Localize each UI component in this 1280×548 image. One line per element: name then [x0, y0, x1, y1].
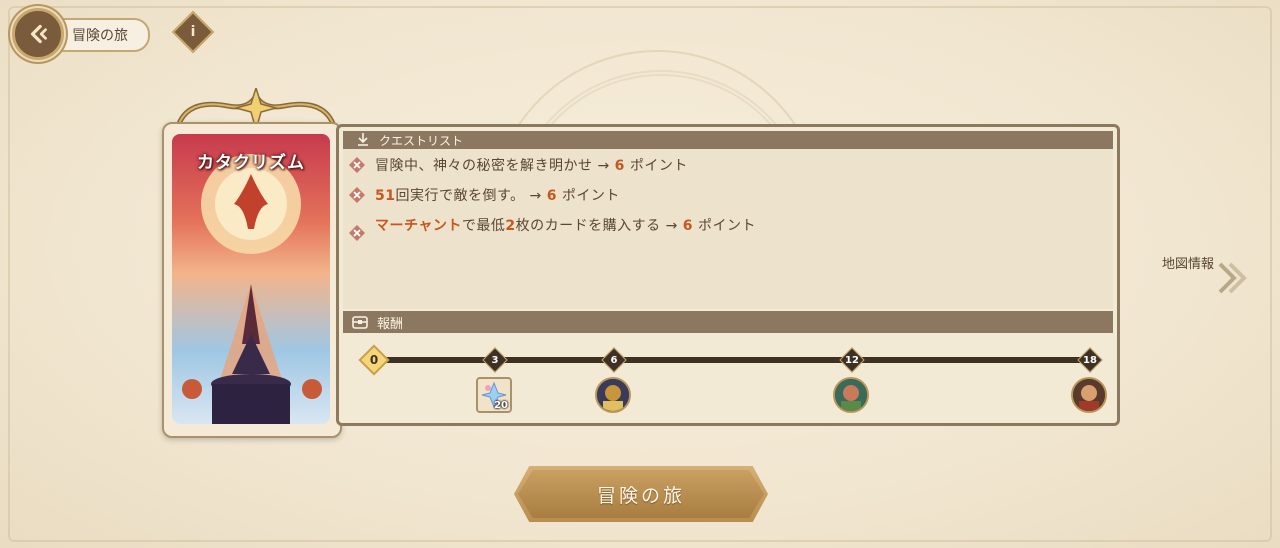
reward-item-crystal[interactable]: 20: [476, 377, 512, 413]
quest-list: 冒険中、神々の秘密を解き明かせ → 6 ポイント 51回実行で敵を倒す。 → 6…: [343, 149, 1113, 309]
reward-hero-portrait[interactable]: [833, 377, 869, 413]
quest-fragment: 枚のカードを購入する →: [515, 218, 683, 234]
reward-hero-portrait[interactable]: [1071, 377, 1107, 413]
quest-highlight: 51: [375, 188, 396, 204]
milestone-node: 18: [1077, 347, 1103, 373]
reward-track: 0 3 6 12 18 20: [343, 333, 1113, 421]
milestone-node: 3: [482, 347, 508, 373]
quest-icon: [358, 133, 368, 146]
hero-portrait-icon: [1073, 379, 1105, 411]
quest-fragment: で最低: [461, 218, 506, 234]
milestone-node: 12: [839, 347, 865, 373]
hero-portrait-icon: [597, 379, 629, 411]
quest-fragment: ポイント: [624, 158, 688, 174]
quest-highlight: 6: [546, 188, 557, 204]
map-info-button[interactable]: 地図情報: [1150, 254, 1214, 276]
treasure-chest-icon: [352, 316, 368, 329]
reward-header: 報酬: [343, 311, 1113, 333]
quest-text: 51回実行で敵を倒す。 → 6 ポイント: [375, 185, 620, 207]
quest-item: 冒険中、神々の秘密を解き明かせ → 6 ポイント: [349, 155, 688, 177]
card-illustration: [182, 154, 322, 424]
hero-portrait-icon: [835, 379, 867, 411]
back-button[interactable]: [12, 8, 64, 60]
start-adventure-label: 冒険の旅: [596, 484, 685, 507]
chevron-right-icon[interactable]: [1216, 260, 1250, 296]
quest-fragment: 冒険中、神々の秘密を解き明かせ →: [375, 158, 615, 174]
card-title: カタクリズム: [197, 153, 305, 173]
quest-item: マーチャントで最低2枚のカードを購入する → 6 ポイント: [349, 215, 756, 241]
milestone-node: 6: [601, 347, 627, 373]
quest-fragment: ポイント: [693, 218, 756, 234]
reward-title: 報酬: [377, 316, 404, 332]
quest-highlight: 2: [505, 218, 516, 234]
quest-list-title: クエストリスト: [379, 133, 464, 148]
quest-incomplete-icon: [349, 225, 365, 241]
quest-list-header: クエストリスト: [343, 131, 1113, 149]
quest-text: マーチャントで最低2枚のカードを購入する → 6 ポイント: [375, 215, 756, 237]
card-artwork: カタクリズム: [172, 134, 330, 424]
quest-incomplete-icon: [349, 157, 365, 173]
start-adventure-button[interactable]: 冒険の旅: [514, 466, 768, 522]
info-icon: i: [190, 24, 196, 40]
quest-highlight: マーチャント: [375, 218, 462, 234]
quest-item: 51回実行で敵を倒す。 → 6 ポイント: [349, 185, 620, 207]
progress-track: [373, 357, 1091, 363]
reward-hero-portrait[interactable]: [595, 377, 631, 413]
quest-fragment: ポイント: [556, 188, 620, 204]
cataclysm-card[interactable]: カタクリズム: [162, 122, 342, 438]
breadcrumb-label: 冒険の旅: [72, 28, 128, 44]
back-arrow-icon: [30, 24, 47, 44]
quest-highlight: 6: [614, 158, 625, 174]
quest-highlight: 6: [682, 218, 694, 234]
quest-panel: クエストリスト 冒険中、神々の秘密を解き明かせ → 6 ポイント 51回実行で敵…: [336, 124, 1120, 426]
quest-incomplete-icon: [349, 187, 365, 203]
info-button[interactable]: i: [171, 10, 215, 54]
quest-fragment: 回実行で敵を倒す。 →: [395, 188, 547, 204]
milestone-node: 0: [358, 344, 390, 376]
reward-count: 20: [494, 400, 508, 411]
map-info-label: 地図情報: [1161, 257, 1214, 272]
quest-text: 冒険中、神々の秘密を解き明かせ → 6 ポイント: [375, 155, 688, 177]
